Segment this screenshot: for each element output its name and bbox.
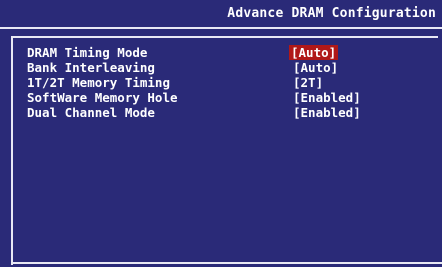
setting-value[interactable]: [Enabled] — [291, 105, 363, 120]
setting-value[interactable]: [2T] — [291, 75, 325, 90]
panel-bottom-border — [11, 262, 442, 264]
header-divider — [0, 27, 442, 29]
page-title: Advance DRAM Configuration — [227, 6, 436, 21]
setting-row-1t2t-memory-timing[interactable]: 1T/2T Memory Timing [2T] — [27, 75, 427, 90]
setting-row-dram-timing-mode[interactable]: DRAM Timing Mode [Auto] — [27, 45, 427, 60]
setting-label: 1T/2T Memory Timing — [27, 75, 170, 90]
setting-label: Dual Channel Mode — [27, 105, 155, 120]
bios-header: Advance DRAM Configuration — [0, 0, 442, 27]
setting-row-dual-channel-mode[interactable]: Dual Channel Mode [Enabled] — [27, 105, 427, 120]
setting-value-selected[interactable]: [Auto] — [289, 45, 339, 60]
setting-row-bank-interleaving[interactable]: Bank Interleaving [Auto] — [27, 60, 427, 75]
setting-label: DRAM Timing Mode — [27, 45, 148, 60]
setting-value[interactable]: [Auto] — [291, 60, 340, 75]
setting-row-software-memory-hole[interactable]: SoftWare Memory Hole [Enabled] — [27, 90, 427, 105]
setting-value[interactable]: [Enabled] — [291, 90, 363, 105]
setting-label: SoftWare Memory Hole — [27, 90, 178, 105]
setting-label: Bank Interleaving — [27, 60, 155, 75]
